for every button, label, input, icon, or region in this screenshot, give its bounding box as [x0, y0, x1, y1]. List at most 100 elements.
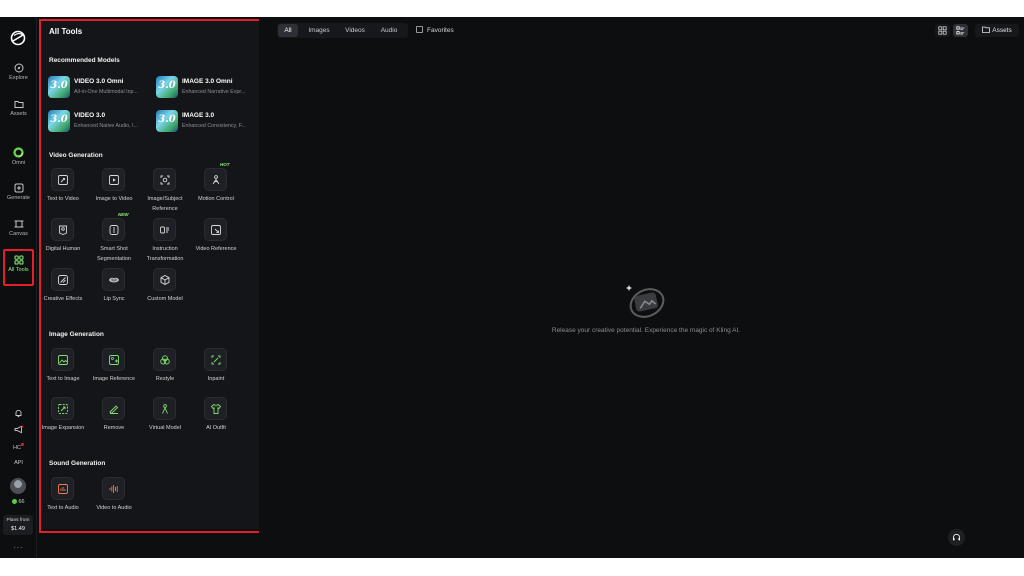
new-tag: NEW — [118, 212, 129, 217]
canvas-icon — [14, 220, 23, 228]
megaphone-icon — [14, 425, 23, 434]
model-thumbnail: 3.0 — [48, 76, 70, 98]
tool-instruction-transformation[interactable]: Instruction Transformation — [145, 218, 185, 264]
tool-label: Motion Control — [198, 196, 234, 202]
more-menu-button[interactable]: ... — [0, 541, 37, 550]
tool-image-reference[interactable]: Image Reference — [93, 348, 135, 394]
tool-restyle[interactable]: Restyle — [145, 348, 185, 394]
omni-ring-icon — [13, 147, 24, 158]
tool-remove[interactable]: Remove — [94, 397, 134, 443]
filter-tab-all[interactable]: All — [278, 24, 298, 37]
model-desc: Enhanced Native Audio, I... — [74, 123, 138, 129]
tool-ai-outfit[interactable]: AI Outfit — [196, 397, 236, 443]
tool-text-to-audio[interactable]: Text to Audio — [43, 477, 83, 523]
kling-logo-icon[interactable] — [9, 29, 27, 47]
checkbox-box — [416, 26, 423, 33]
rail-notifications[interactable] — [0, 409, 37, 420]
model-thumbnail: 3.0 — [156, 76, 178, 98]
model-thumbnail: 3.0 — [156, 110, 178, 132]
model-card-image-3[interactable]: 3.0 IMAGE 3.0 Enhanced Consistency, F... — [156, 108, 260, 136]
model-card-video-3[interactable]: 3.0 VIDEO 3.0 Enhanced Native Audio, I..… — [48, 108, 152, 136]
credits-value: 66 — [18, 499, 25, 505]
credits-badge[interactable]: 66 — [0, 499, 37, 505]
tool-label: Creative Effects — [43, 296, 83, 302]
model-name: VIDEO 3.0 Omni — [74, 78, 124, 85]
plans-button[interactable]: Plans from $1.49 — [3, 515, 33, 535]
list-view-button[interactable] — [953, 24, 968, 37]
empty-gallery-icon — [626, 285, 665, 318]
tool-creative-effects[interactable]: Creative Effects — [43, 268, 83, 314]
image-to-video-icon — [109, 175, 119, 185]
credit-coin-icon — [12, 499, 18, 504]
rail-hc-item[interactable]: HC — [0, 443, 37, 451]
inpaint-icon — [211, 355, 221, 365]
lips-icon — [108, 277, 120, 283]
rail-item-canvas[interactable]: Canvas — [0, 219, 37, 237]
filter-tab-images[interactable]: Images — [302, 24, 336, 37]
rail-announcements[interactable] — [0, 425, 37, 436]
tool-label: Text to Image — [46, 376, 80, 382]
rail-item-label: Explore — [9, 75, 28, 81]
filter-tabs: All Images Videos Audio — [277, 23, 408, 38]
tool-video-to-audio[interactable]: Video to Audio — [94, 477, 134, 523]
transformation-icon — [160, 226, 169, 234]
tool-text-to-video[interactable]: Text to Video — [43, 168, 83, 214]
tool-virtual-model[interactable]: Virtual Model — [145, 397, 185, 443]
tool-label: Video Reference — [195, 246, 237, 252]
rail-item-all-tools[interactable]: All Tools — [0, 249, 37, 286]
folder-icon — [14, 101, 23, 108]
filter-tab-videos[interactable]: Videos — [339, 24, 371, 37]
panel-title: All Tools — [49, 27, 83, 36]
tool-text-to-image[interactable]: Text to Image — [43, 348, 83, 394]
image-generation-title: Image Generation — [49, 331, 104, 338]
recommended-models-title: Recommended Models — [49, 57, 120, 64]
tool-motion-control[interactable]: HOT Motion Control — [196, 162, 236, 214]
segmentation-icon — [109, 225, 119, 235]
rail-item-omni[interactable]: Omni — [0, 147, 37, 166]
hc-label: HC — [13, 445, 21, 451]
tool-label: Digital Human — [45, 246, 81, 252]
avatar[interactable] — [10, 478, 26, 494]
plans-price: $1.49 — [11, 526, 25, 532]
plans-label: Plans from — [6, 518, 30, 523]
tool-label: Restyle — [155, 376, 175, 382]
hot-tag: HOT — [220, 162, 230, 167]
virtual-model-icon — [162, 404, 168, 414]
tool-smart-shot-segmentation[interactable]: NEW Smart Shot Segmentation — [94, 212, 134, 264]
filter-tab-audio[interactable]: Audio — [374, 24, 404, 37]
red-dot-icon — [20, 443, 24, 446]
restyle-icon — [160, 355, 170, 365]
tool-image-to-video[interactable]: Image to Video — [94, 168, 134, 214]
model-card-image-omni[interactable]: 3.0 IMAGE 3.0 Omni Enhanced Narrative Ex… — [156, 74, 260, 102]
grid-view-button[interactable] — [935, 24, 950, 37]
model-card-video-omni[interactable]: 3.0 VIDEO 3.0 Omni All-in-One Multimodal… — [48, 74, 152, 102]
tool-custom-model[interactable]: Custom Model — [145, 268, 185, 314]
sound-generation-title: Sound Generation — [49, 460, 106, 467]
support-button[interactable] — [948, 529, 965, 546]
tool-label: Smart Shot Segmentation — [97, 246, 131, 262]
model-name: IMAGE 3.0 Omni — [182, 78, 233, 85]
tool-image-expansion[interactable]: Image Expansion — [42, 397, 84, 443]
compass-icon — [14, 63, 23, 73]
tool-image-subject-reference[interactable]: Image/Subject Reference — [145, 168, 185, 214]
tool-label: Virtual Model — [149, 425, 181, 431]
tool-label: Image Reference — [92, 376, 136, 382]
model-name: VIDEO 3.0 — [74, 112, 106, 119]
tool-digital-human[interactable]: Digital Human — [43, 218, 83, 264]
rail-item-assets[interactable]: Assets — [0, 99, 37, 117]
video-reference-icon — [211, 225, 221, 235]
tool-lip-sync[interactable]: Lip Sync — [94, 268, 134, 314]
tool-inpaint[interactable]: Inpaint — [196, 348, 236, 394]
favorites-checkbox[interactable]: Favorites — [416, 26, 454, 34]
assets-button[interactable]: Assets — [975, 24, 1019, 37]
tool-label: Text to Video — [47, 196, 79, 202]
image-reference-icon — [109, 355, 119, 365]
digital-human-icon — [59, 225, 67, 235]
rail-api-item[interactable]: API — [0, 460, 37, 466]
rail-item-generate[interactable]: Generate — [0, 183, 37, 201]
empty-state-text: Release your creative potential. Experie… — [551, 327, 741, 334]
image-expansion-icon — [58, 404, 68, 414]
rail-item-explore[interactable]: Explore — [0, 63, 37, 81]
tool-video-reference[interactable]: Video Reference — [196, 218, 236, 264]
text-to-video-icon — [58, 175, 68, 185]
